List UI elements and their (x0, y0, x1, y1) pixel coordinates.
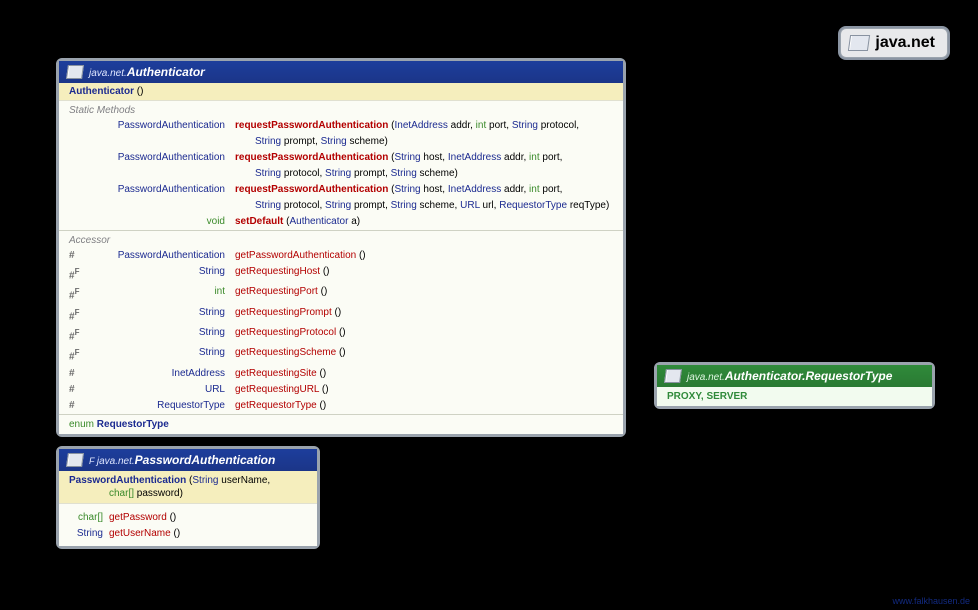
method-row: String getUserName () (59, 526, 317, 542)
class-name: PasswordAuthentication (135, 453, 276, 467)
enum-name-text: RequestorType (97, 419, 169, 430)
return-type: RequestorType (85, 399, 235, 413)
method-sig: getRequestingHost () (235, 265, 330, 283)
class-package: F (89, 456, 97, 466)
method-modifier: #F (69, 265, 85, 283)
book-icon (664, 369, 682, 383)
method-row: char[] getPassword () (59, 510, 317, 526)
accessor-row: #F String getRequestingScheme () (59, 345, 623, 365)
method-row-cont: String protocol, String prompt, String s… (59, 198, 623, 214)
method-sig: getRequestorType () (235, 399, 326, 413)
method-sig: requestPasswordAuthentication (InetAddre… (235, 119, 579, 133)
return-type: String (65, 527, 109, 541)
class-header: java.net.Authenticator (59, 61, 623, 83)
return-type: PasswordAuthentication (85, 119, 235, 133)
book-icon (66, 453, 84, 467)
constructor-name: Authenticator (69, 86, 134, 97)
constructor-params-line2: char[] password) (69, 488, 183, 499)
method-sig: getPasswordAuthentication () (235, 249, 366, 263)
return-type: String (85, 265, 235, 283)
return-type: String (85, 326, 235, 344)
book-icon (848, 35, 870, 51)
method-row: PasswordAuthentication requestPasswordAu… (59, 118, 623, 134)
return-type: PasswordAuthentication (85, 151, 235, 165)
method-sig: getRequestingPort () (235, 285, 327, 303)
accessor-row: # InetAddress getRequestingSite () (59, 366, 623, 382)
method-modifier (69, 183, 85, 197)
method-sig: requestPasswordAuthentication (String ho… (235, 151, 562, 165)
method-modifier (69, 119, 85, 133)
constructor-row: Authenticator () (59, 83, 623, 101)
return-type: InetAddress (85, 367, 235, 381)
method-row-cont: String protocol, String prompt, String s… (59, 166, 623, 182)
return-type: void (85, 215, 235, 229)
accessor-row: #F String getRequestingProtocol () (59, 325, 623, 345)
method-modifier: # (69, 367, 85, 381)
method-modifier (69, 215, 85, 229)
accessor-row: # PasswordAuthentication getPasswordAuth… (59, 248, 623, 264)
method-row: void setDefault (Authenticator a) (59, 214, 623, 230)
class-header: java.net.Authenticator.RequestorType (657, 365, 932, 387)
method-row: PasswordAuthentication requestPasswordAu… (59, 182, 623, 198)
enum-values: PROXY, SERVER (657, 387, 932, 406)
constructor-row: PasswordAuthentication (String userName,… (59, 471, 317, 504)
enum-keyword: enum (69, 419, 94, 430)
return-type: URL (85, 383, 235, 397)
watermark: www.falkhausen.de (892, 596, 970, 606)
class-package: java.net. (89, 68, 127, 79)
method-modifier: #F (69, 306, 85, 324)
class-package-name: java.net. (97, 456, 135, 467)
method-sig: getRequestingPrompt () (235, 306, 341, 324)
method-row-cont: String prompt, String scheme) (59, 134, 623, 150)
book-icon (66, 65, 84, 79)
method-sig: getUserName () (109, 527, 180, 541)
method-sig: getRequestingURL () (235, 383, 329, 397)
method-modifier (69, 151, 85, 165)
method-modifier: #F (69, 346, 85, 364)
accessor-row: # RequestorType getRequestorType () (59, 398, 623, 414)
return-type: PasswordAuthentication (85, 183, 235, 197)
method-sig: requestPasswordAuthentication (String ho… (235, 183, 562, 197)
class-header: F java.net.PasswordAuthentication (59, 449, 317, 471)
class-body: PasswordAuthentication (String userName,… (59, 471, 317, 546)
method-sig: getPassword () (109, 511, 176, 525)
return-type: String (85, 306, 235, 324)
method-row: PasswordAuthentication requestPasswordAu… (59, 150, 623, 166)
section-accessor: Accessor (59, 231, 623, 248)
method-sig: setDefault (Authenticator a) (235, 215, 360, 229)
class-body: Authenticator () Static Methods Password… (59, 83, 623, 434)
method-params-cont: String protocol, String prompt, String s… (235, 167, 458, 181)
class-package: java.net. (687, 372, 725, 383)
package-badge: java.net (840, 28, 948, 58)
method-sig: getRequestingSite () (235, 367, 326, 381)
constructor-params: () (137, 86, 144, 97)
accessor-row: # URL getRequestingURL () (59, 382, 623, 398)
method-modifier: # (69, 399, 85, 413)
method-params-cont: String protocol, String prompt, String s… (235, 199, 609, 213)
accessor-row: #F String getRequestingHost () (59, 264, 623, 284)
accessor-row: #F String getRequestingPrompt () (59, 305, 623, 325)
return-type: PasswordAuthentication (85, 249, 235, 263)
enum-row: enum RequestorType (59, 415, 623, 434)
method-modifier: #F (69, 326, 85, 344)
method-params-cont: String prompt, String scheme) (235, 135, 388, 149)
package-name: java.net (875, 34, 935, 52)
return-type: String (85, 346, 235, 364)
class-requestor-type: java.net.Authenticator.RequestorType PRO… (654, 362, 935, 409)
method-modifier: # (69, 383, 85, 397)
method-modifier: # (69, 249, 85, 263)
class-name: Authenticator.RequestorType (725, 369, 893, 383)
method-modifier: #F (69, 285, 85, 303)
return-type: int (85, 285, 235, 303)
method-sig: getRequestingScheme () (235, 346, 346, 364)
class-password-authentication: F java.net.PasswordAuthentication Passwo… (56, 446, 320, 549)
method-sig: getRequestingProtocol () (235, 326, 346, 344)
accessor-row: #F int getRequestingPort () (59, 284, 623, 304)
class-authenticator: java.net.Authenticator Authenticator () … (56, 58, 626, 437)
section-static: Static Methods (59, 101, 623, 118)
class-name: Authenticator (127, 65, 205, 79)
return-type: char[] (65, 511, 109, 525)
constructor-params: (String userName, (189, 475, 270, 486)
constructor-name: PasswordAuthentication (69, 475, 186, 486)
